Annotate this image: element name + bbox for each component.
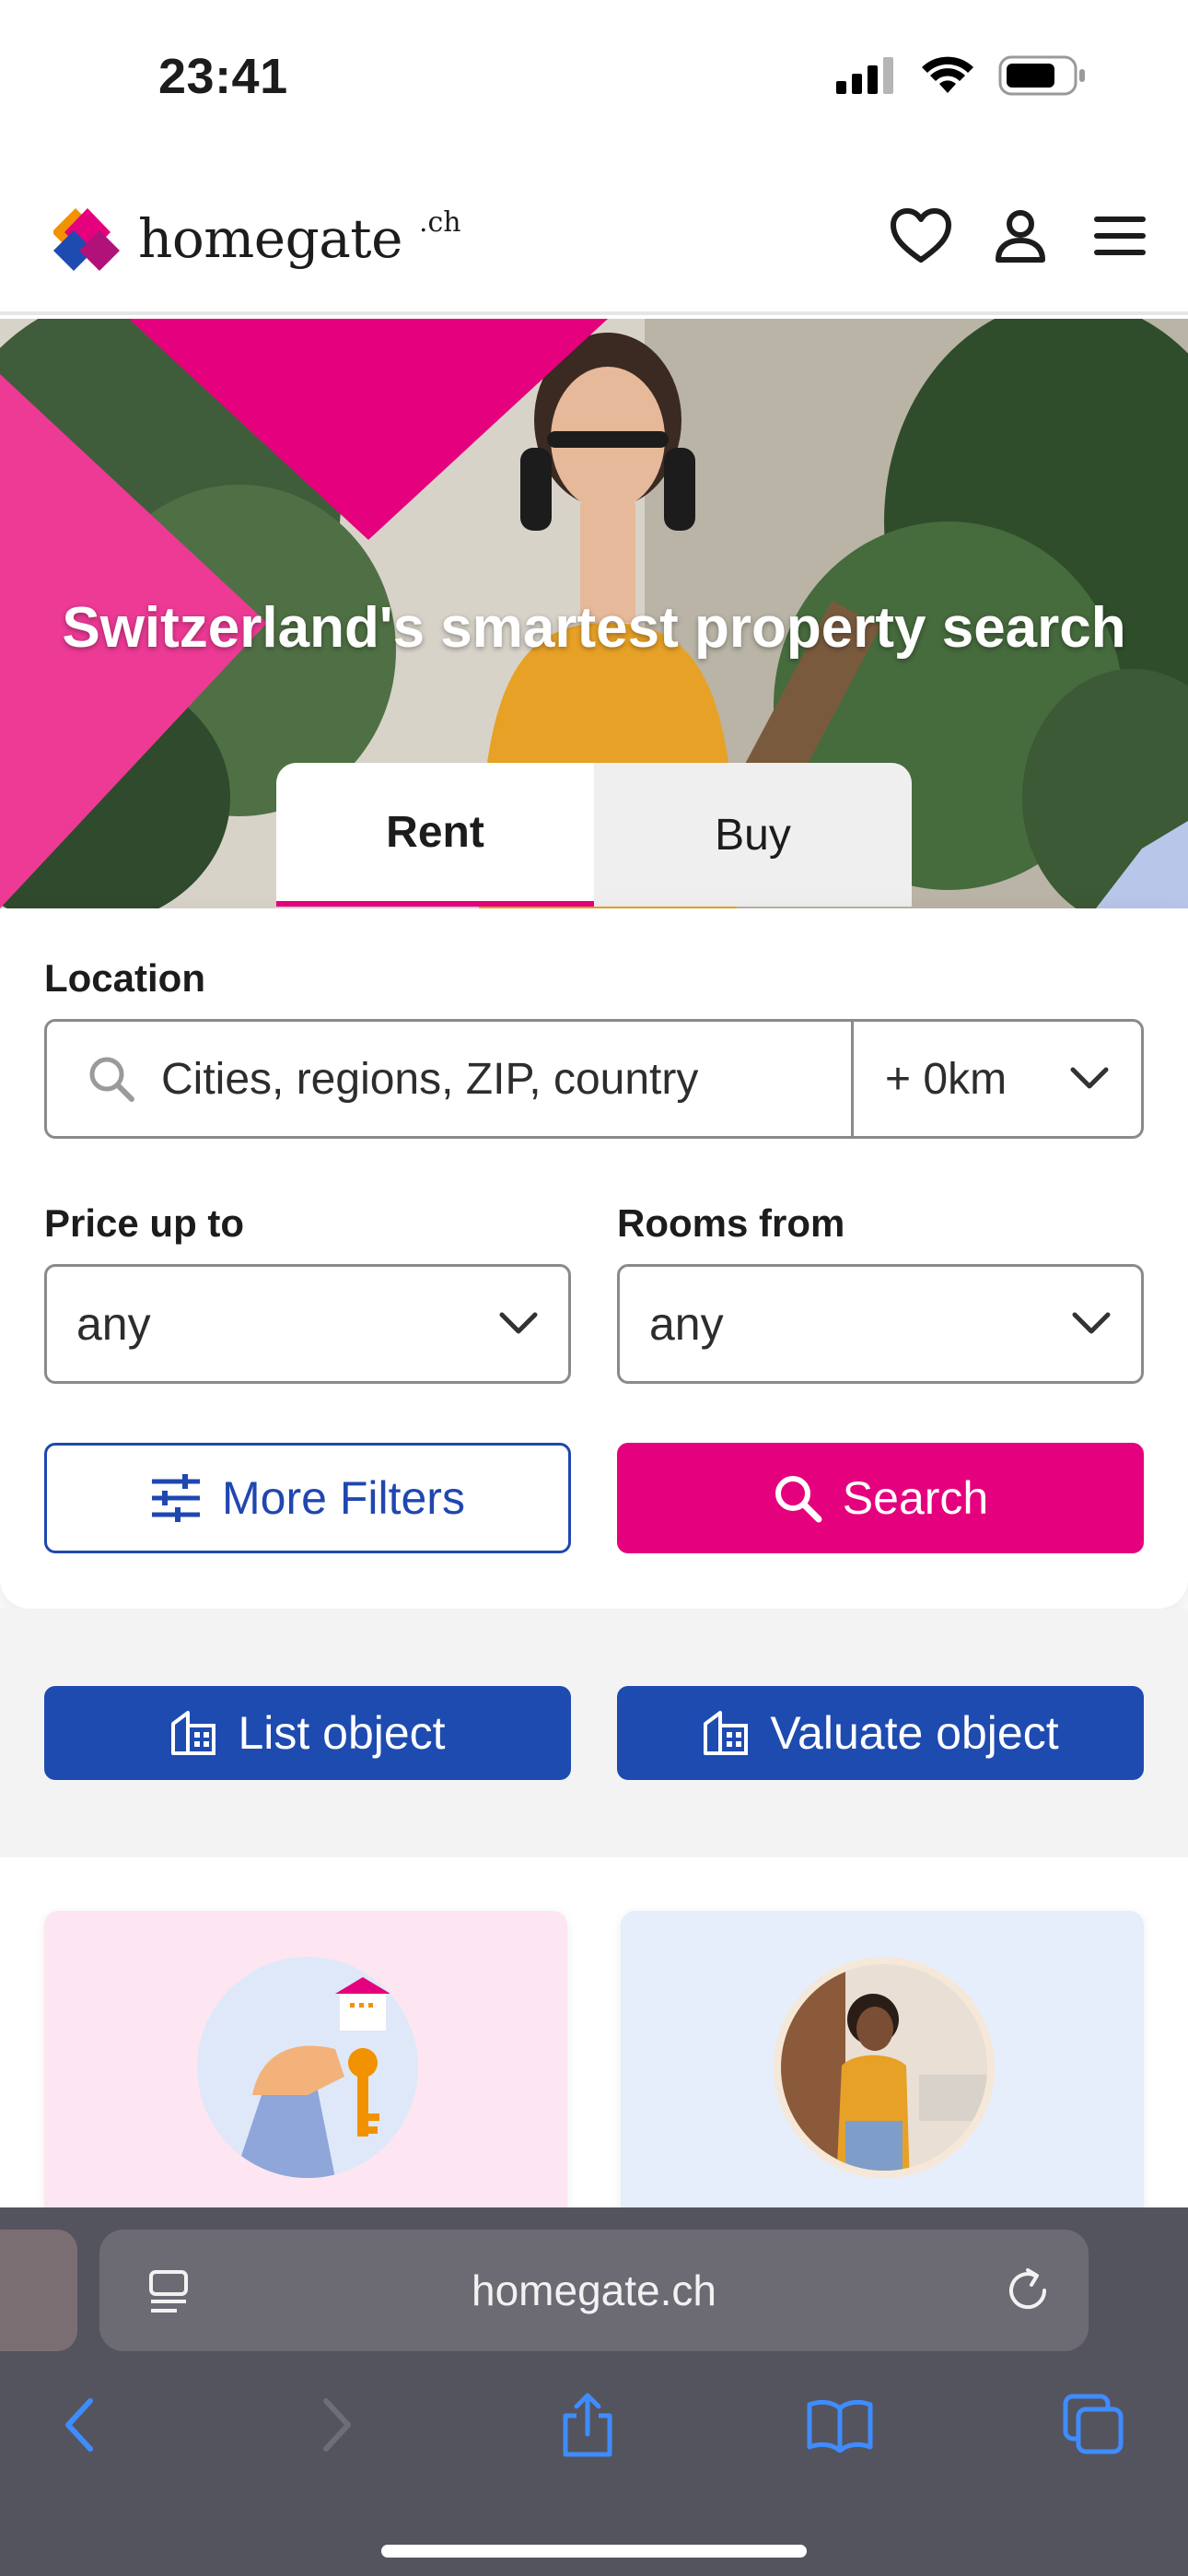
- tab-buy[interactable]: Buy: [594, 763, 912, 907]
- cellular-signal-icon: [836, 57, 893, 94]
- location-field-group: Cities, regions, ZIP, country + 0km: [44, 1019, 1144, 1139]
- favorites-button[interactable]: [890, 205, 952, 267]
- address-bar[interactable]: homegate.ch: [99, 2230, 1089, 2351]
- owner-actions: List object Valuate object: [0, 1609, 1188, 1857]
- person-photo: [774, 1957, 995, 2178]
- chevron-right-icon: [323, 2398, 351, 2452]
- feature-cards: [0, 1857, 1188, 2224]
- valuate-object-button[interactable]: Valuate object: [617, 1686, 1144, 1780]
- tabs-icon: [1063, 2394, 1124, 2454]
- tabs-button[interactable]: [1057, 2388, 1131, 2462]
- building-icon: [171, 1711, 216, 1755]
- homegate-logo[interactable]: homegate .ch: [53, 206, 461, 275]
- list-object-label: List object: [238, 1707, 446, 1759]
- search-button[interactable]: Search: [617, 1443, 1144, 1553]
- browser-nav: [0, 2388, 1188, 2499]
- hero-title: Switzerland's smartest property search: [62, 596, 1126, 660]
- logo-mark-icon: [53, 208, 120, 271]
- status-bar: 23:41: [0, 0, 1188, 157]
- url-text: homegate.ch: [472, 2266, 716, 2314]
- list-object-button[interactable]: List object: [44, 1686, 571, 1780]
- reload-icon[interactable]: [1004, 2266, 1052, 2314]
- price-value: any: [76, 1298, 151, 1350]
- account-button[interactable]: [989, 205, 1052, 267]
- forward-button[interactable]: [300, 2388, 374, 2462]
- header-actions: [890, 205, 1151, 267]
- share-icon: [563, 2393, 612, 2457]
- more-filters-button[interactable]: More Filters: [44, 1443, 571, 1553]
- rooms-value: any: [649, 1298, 724, 1350]
- bookmarks-button[interactable]: [803, 2388, 877, 2462]
- search-icon: [89, 1057, 134, 1102]
- logo-suffix: .ch: [418, 206, 461, 239]
- building-icon: [704, 1711, 749, 1755]
- keys-illustration: [197, 1957, 418, 2178]
- valuate-object-label: Valuate object: [770, 1707, 1059, 1759]
- chevron-down-icon: [499, 1312, 538, 1334]
- radius-value: + 0km: [885, 1054, 1007, 1104]
- price-label: Price up to: [44, 1201, 245, 1245]
- rooms-label: Rooms from: [617, 1201, 845, 1245]
- chevron-left-icon: [65, 2398, 93, 2452]
- previous-tab-preview[interactable]: [0, 2230, 77, 2351]
- status-time: 23:41: [158, 49, 288, 104]
- battery-icon: [998, 55, 1085, 96]
- book-icon: [807, 2399, 873, 2453]
- heart-icon: [891, 208, 951, 263]
- browser-toolbar: homegate.ch: [0, 2207, 1188, 2576]
- status-icons: [836, 55, 1087, 96]
- reader-mode-icon[interactable]: [146, 2268, 192, 2314]
- more-filters-label: More Filters: [222, 1472, 465, 1524]
- person-illustration: [781, 1964, 987, 2171]
- location-placeholder: Cities, regions, ZIP, country: [161, 1054, 699, 1104]
- key-handover-icon: [234, 1977, 390, 2178]
- feature-card-rent[interactable]: [44, 1911, 567, 2224]
- wifi-icon: [922, 56, 973, 93]
- price-select[interactable]: any: [44, 1264, 571, 1384]
- logo-text: homegate: [138, 207, 402, 270]
- menu-icon: [1094, 217, 1146, 255]
- search-form: Location Cities, regions, ZIP, country +…: [0, 908, 1188, 1609]
- radius-select[interactable]: + 0km: [854, 1022, 1141, 1136]
- chevron-down-icon: [1070, 1067, 1109, 1089]
- site-header: homegate .ch: [0, 157, 1188, 315]
- sliders-icon: [152, 1474, 201, 1522]
- home-indicator[interactable]: [381, 2545, 807, 2558]
- user-icon: [996, 210, 1045, 263]
- listing-type-tabs: Rent Buy: [276, 763, 912, 907]
- location-label: Location: [44, 956, 205, 1000]
- menu-button[interactable]: [1089, 205, 1151, 267]
- share-button[interactable]: [551, 2388, 624, 2462]
- back-button[interactable]: [42, 2388, 116, 2462]
- search-button-label: Search: [842, 1472, 989, 1524]
- tab-rent[interactable]: Rent: [276, 763, 594, 907]
- search-icon: [775, 1476, 822, 1523]
- chevron-down-icon: [1072, 1312, 1111, 1334]
- rooms-select[interactable]: any: [617, 1264, 1144, 1384]
- location-input[interactable]: Cities, regions, ZIP, country: [47, 1022, 854, 1136]
- feature-card-buy[interactable]: [621, 1911, 1144, 2224]
